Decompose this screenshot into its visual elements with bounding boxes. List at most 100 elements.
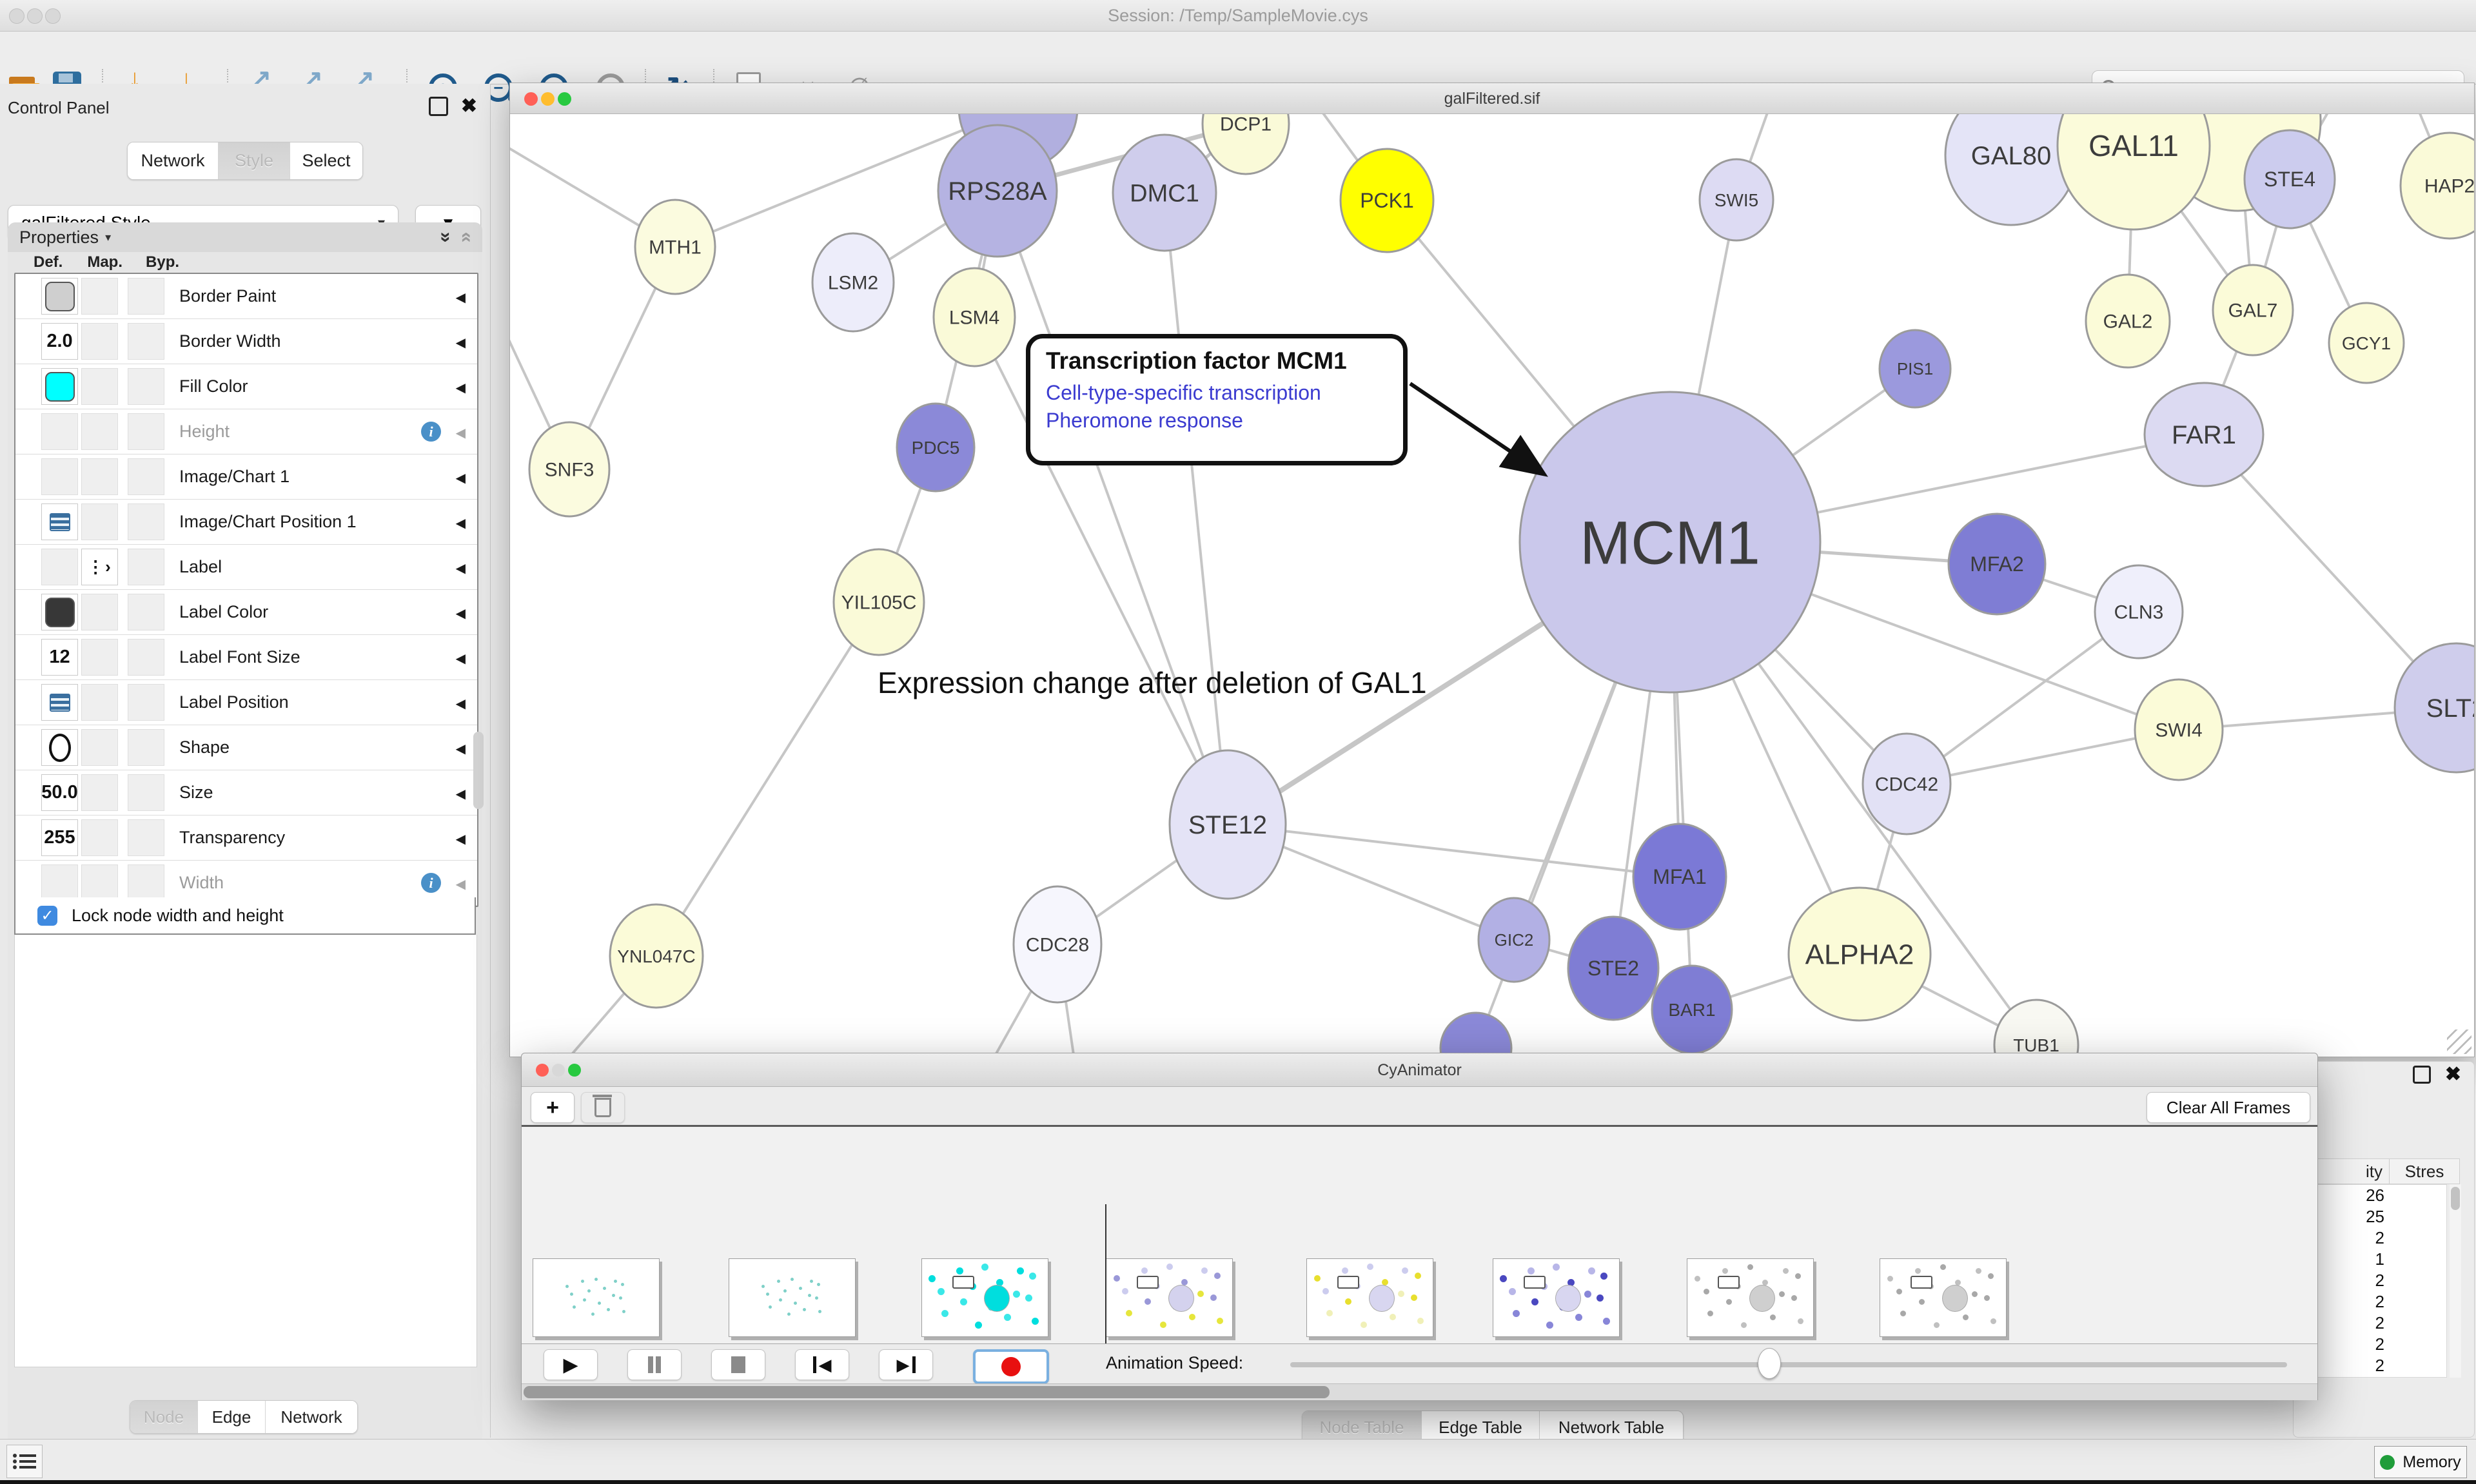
network-node-botpart[interactable] [1440, 1013, 1511, 1057]
network-node-GAL80[interactable] [1945, 114, 2077, 225]
expand-row-icon[interactable]: ◀ [456, 380, 466, 396]
info-icon[interactable]: i [421, 422, 441, 442]
bypass-cell[interactable] [128, 549, 164, 585]
expand-row-icon[interactable]: ◀ [456, 696, 466, 712]
bypass-cell[interactable] [128, 458, 164, 495]
expand-row-icon[interactable]: ◀ [456, 515, 466, 531]
frame-thumbnail-3[interactable] [1106, 1258, 1233, 1337]
properties-scrollbar[interactable] [473, 732, 484, 809]
frame-thumbnail-2[interactable] [921, 1258, 1048, 1337]
mapping-cell[interactable] [81, 864, 118, 901]
tab-style[interactable]: Style [219, 142, 290, 179]
network-canvas[interactable]: DCP1RPS28ADMC1PCK1MTH1LSM2LSM4SWI5GAL80G… [510, 114, 2474, 1057]
add-frame-button[interactable]: + [531, 1092, 575, 1123]
record-button[interactable] [973, 1349, 1049, 1384]
network-node-BAR1[interactable] [1652, 966, 1732, 1053]
bypass-cell[interactable] [128, 278, 164, 315]
network-node-RPS28A[interactable] [938, 125, 1057, 257]
timeline-playhead[interactable] [1105, 1204, 1106, 1343]
bypass-cell[interactable] [128, 323, 164, 360]
bypass-cell[interactable] [128, 819, 164, 856]
network-node-YIL105C[interactable] [834, 549, 924, 655]
network-node-HAP2[interactable] [2401, 133, 2474, 239]
default-cell[interactable] [41, 684, 78, 721]
animation-speed-slider[interactable] [1290, 1362, 2287, 1367]
table-row[interactable]: 2 [2299, 1270, 2446, 1291]
zoom-window-light[interactable] [45, 8, 61, 24]
resize-grip[interactable] [2447, 1030, 2471, 1054]
tab-network[interactable]: Network [128, 142, 219, 179]
frame-thumbnail-5[interactable] [1493, 1258, 1620, 1337]
default-cell[interactable] [41, 594, 78, 630]
network-node-ALPHA2[interactable] [1789, 888, 1931, 1020]
network-edge[interactable] [1164, 193, 1228, 825]
task-history-button[interactable] [6, 1445, 43, 1478]
expand-row-icon[interactable]: ◀ [456, 560, 466, 576]
collapse-all-icon[interactable]: » [455, 232, 477, 243]
play-button[interactable]: ▶ [544, 1349, 598, 1380]
frame-thumbnail-1[interactable] [729, 1258, 856, 1337]
tab-edge-style[interactable]: Edge [198, 1401, 266, 1433]
default-cell[interactable] [41, 278, 78, 315]
minimize-icon[interactable] [541, 92, 555, 106]
expand-row-icon[interactable]: ◀ [456, 335, 466, 351]
network-edge[interactable] [997, 191, 1228, 825]
annotation-box[interactable]: Transcription factor MCM1 Cell-type-spec… [1026, 334, 1408, 465]
annotation-link[interactable]: Pheromone response [1046, 409, 1388, 433]
bypass-cell[interactable] [128, 413, 164, 450]
default-cell[interactable]: 12 [41, 639, 78, 676]
bypass-cell[interactable] [128, 503, 164, 540]
network-node-MFA2[interactable] [1949, 514, 2045, 614]
close-panel-icon[interactable]: ✖ [2445, 1067, 2461, 1082]
table-scrollbar[interactable] [2450, 1184, 2461, 1378]
bypass-cell[interactable] [128, 639, 164, 676]
network-node-STE4[interactable] [2245, 130, 2335, 228]
table-row[interactable]: 26 [2299, 1185, 2446, 1206]
network-node-CDC42[interactable] [1863, 734, 1950, 834]
close-icon[interactable] [524, 92, 538, 106]
properties-header[interactable]: Properties ▾ » » [8, 222, 482, 252]
network-node-GCY1[interactable] [2329, 303, 2404, 383]
expand-row-icon[interactable]: ◀ [456, 425, 466, 441]
close-panel-icon[interactable]: ✖ [461, 99, 477, 114]
expand-all-icon[interactable]: » [435, 232, 457, 243]
float-panel-icon[interactable] [429, 97, 448, 116]
bypass-cell[interactable] [128, 774, 164, 811]
expand-row-icon[interactable]: ◀ [456, 289, 466, 306]
network-node-LSM4[interactable] [934, 268, 1015, 366]
network-node-LSM2[interactable] [812, 233, 894, 331]
mapping-cell[interactable] [81, 458, 118, 495]
bypass-cell[interactable] [128, 729, 164, 766]
animation-speed-thumb[interactable] [1758, 1348, 1781, 1379]
network-node-MTH1[interactable] [635, 200, 715, 294]
default-cell[interactable] [41, 549, 78, 585]
frames-timeline[interactable]: 0123456789 Seconds [522, 1127, 2317, 1343]
expand-row-icon[interactable]: ◀ [456, 470, 466, 486]
mapping-cell[interactable] [81, 639, 118, 676]
mapping-cell[interactable] [81, 413, 118, 450]
mapping-cell[interactable]: ⋮› [81, 549, 118, 585]
network-node-SWI5[interactable] [1700, 159, 1773, 240]
frame-thumbnail-4[interactable] [1306, 1258, 1433, 1337]
delete-frame-button[interactable] [581, 1092, 625, 1123]
frame-thumbnail-7[interactable] [1880, 1258, 2007, 1337]
minimize-window-light[interactable] [27, 8, 43, 24]
tab-network-style[interactable]: Network [266, 1401, 357, 1433]
network-node-GAL11[interactable] [2058, 114, 2210, 229]
timeline-hscrollbar[interactable] [522, 1383, 2317, 1400]
stop-button[interactable] [711, 1349, 765, 1380]
tab-select[interactable]: Select [290, 142, 362, 179]
float-panel-icon[interactable] [2413, 1066, 2431, 1084]
default-cell[interactable] [41, 729, 78, 766]
network-node-PIS1[interactable] [1880, 330, 1950, 407]
zoom-icon[interactable] [568, 1064, 581, 1077]
mapping-cell[interactable] [81, 594, 118, 630]
mapping-cell[interactable] [81, 368, 118, 405]
frame-thumbnail-0[interactable] [533, 1258, 660, 1337]
zoom-icon[interactable] [558, 92, 571, 106]
mapping-cell[interactable] [81, 684, 118, 721]
column-stress[interactable]: Stres [2390, 1159, 2459, 1184]
network-node-SWI4[interactable] [2135, 679, 2223, 780]
network-node-SNF3[interactable] [529, 422, 609, 516]
mapping-cell[interactable] [81, 323, 118, 360]
